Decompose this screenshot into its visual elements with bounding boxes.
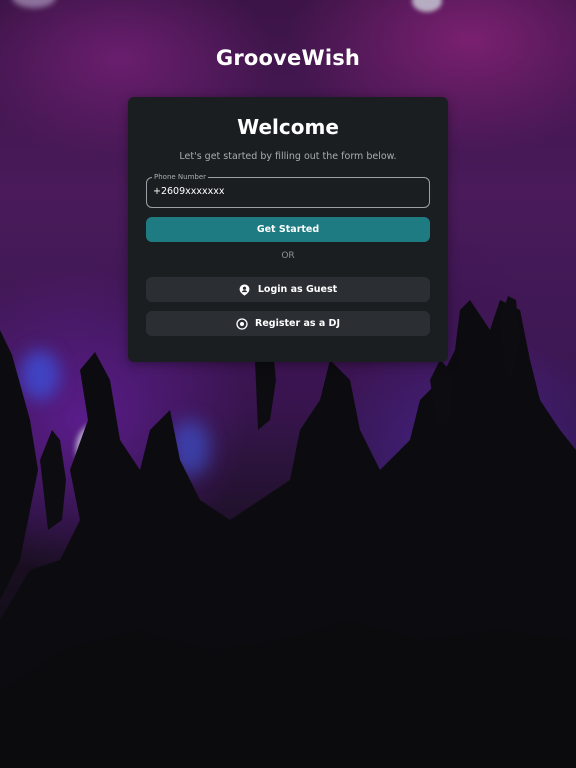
register-as-dj-button[interactable]: Register as a DJ: [146, 311, 430, 336]
or-divider: OR: [281, 251, 295, 261]
concert-background: GrooveWish Welcome Let's get started by …: [0, 0, 576, 768]
phone-number-input[interactable]: +2609xxxxxxx: [153, 186, 225, 197]
login-as-guest-button[interactable]: Login as Guest: [146, 277, 430, 302]
page-title: Welcome: [237, 115, 339, 139]
welcome-card: Welcome Let's get started by filling out…: [128, 97, 448, 362]
login-as-guest-label: Login as Guest: [257, 284, 338, 295]
record-icon: [236, 317, 248, 330]
phone-number-label: Phone Number: [152, 172, 209, 182]
user-pin-icon: [239, 284, 251, 296]
page-subtitle: Let's get started by filling out the for…: [179, 151, 397, 162]
phone-number-field[interactable]: Phone Number +2609xxxxxxx: [146, 172, 430, 208]
get-started-label: Get Started: [256, 224, 320, 235]
register-as-dj-label: Register as a DJ: [255, 318, 340, 329]
get-started-button[interactable]: Get Started: [146, 217, 430, 242]
app-logo: GrooveWish: [215, 46, 361, 70]
